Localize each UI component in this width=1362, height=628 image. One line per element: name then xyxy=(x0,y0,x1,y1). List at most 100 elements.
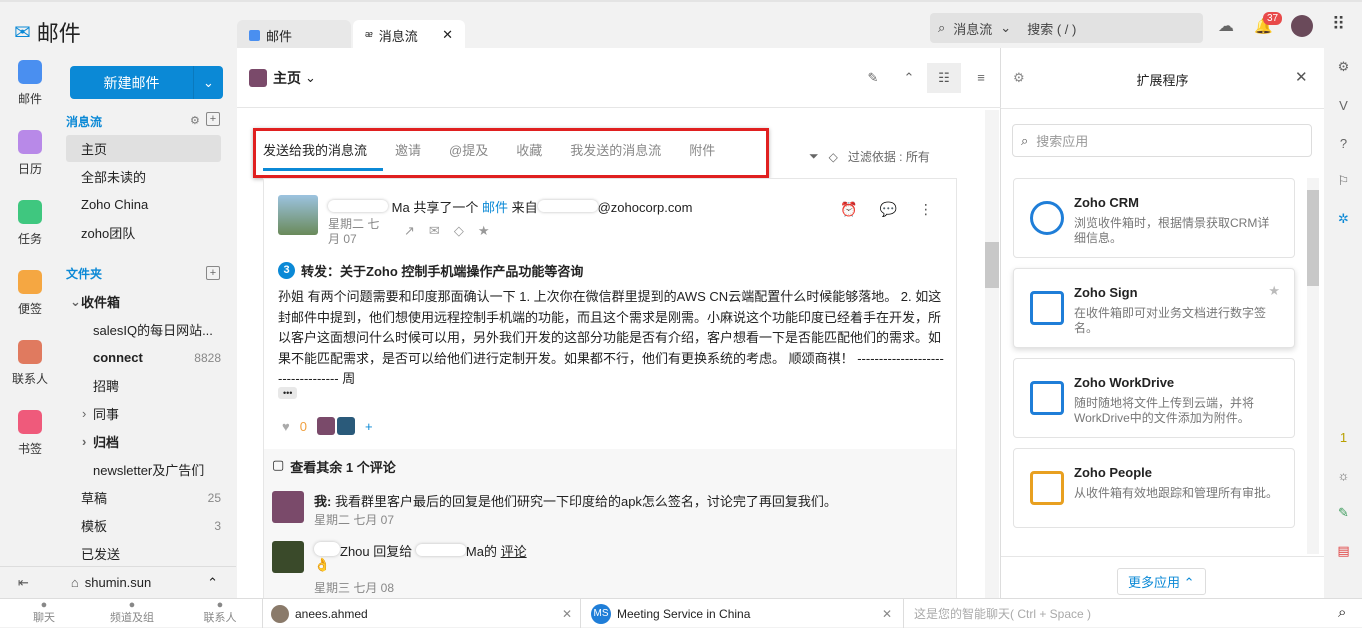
folder-item[interactable]: › 同事 xyxy=(66,400,221,427)
extension-app-card[interactable]: Zoho Sign 在收件箱即可对业务文档进行数字签名。 ★ xyxy=(1013,268,1295,348)
chevron-icon[interactable]: › xyxy=(82,434,86,449)
search-input[interactable]: 搜索 ( / ) xyxy=(1027,19,1076,38)
user-avatar[interactable] xyxy=(1291,15,1313,37)
filter-dropdown[interactable]: 过滤依据 : 所有 xyxy=(848,148,930,165)
open-external-icon[interactable]: ↗ xyxy=(404,223,415,239)
extension-app-card[interactable]: Zoho WorkDrive 随时随地将文件上传到云端，并将WorkDrive中的… xyxy=(1013,358,1295,438)
filter-tab[interactable]: 发送给我的消息流 xyxy=(263,140,367,159)
bottom-nav-item[interactable]: ● 聊天 xyxy=(0,599,88,628)
chevron-icon[interactable]: ⌄ xyxy=(70,294,81,310)
add-folder-icon[interactable]: + xyxy=(206,266,220,280)
folder-item[interactable]: connect 8828 xyxy=(66,344,221,371)
folder-item[interactable]: 模板 3 xyxy=(66,512,221,539)
folders-section-title[interactable]: 文件夹 xyxy=(66,260,221,287)
view-more-comments[interactable]: 查看其余 1 个评论 xyxy=(290,457,395,476)
list-view-icon[interactable]: ≡ xyxy=(961,70,1001,85)
chevron-icon[interactable]: › xyxy=(82,406,86,421)
feedback-icon[interactable]: ▤ xyxy=(1325,532,1362,570)
collapse-sidebar-icon[interactable]: ⇤ xyxy=(18,575,29,591)
compose-dropdown-icon[interactable]: ⌄ xyxy=(193,66,223,99)
close-chat-icon[interactable]: ✕ xyxy=(562,607,572,621)
folder-item[interactable]: salesIQ的每日网站... xyxy=(66,316,221,343)
collapse-all-icon[interactable]: ⌃ xyxy=(891,70,927,86)
filter-tab[interactable]: @提及 xyxy=(449,140,488,159)
rail-item-1[interactable]: 日历 xyxy=(0,130,60,200)
stream-item[interactable]: zoho团队 xyxy=(66,219,221,246)
extension-app-card[interactable]: Zoho People 从收件箱有效地跟踪和管理所有审批。 xyxy=(1013,448,1295,528)
folder-item[interactable]: › 归档 xyxy=(66,428,221,455)
extensions-scrollbar[interactable] xyxy=(1307,178,1319,554)
chevron-up-icon[interactable]: ⌃ xyxy=(207,575,218,591)
like-icon[interactable]: ♥ xyxy=(282,419,290,434)
vertical-icon[interactable]: V xyxy=(1325,86,1362,124)
new-mail-button[interactable]: 新建邮件 xyxy=(70,66,193,99)
chat-tab[interactable]: anees.ahmed ✕ xyxy=(262,599,580,628)
pin-icon[interactable]: ⚐ xyxy=(1325,162,1362,200)
tab-mail[interactable]: 邮件 xyxy=(237,20,351,50)
main-scrollbar[interactable] xyxy=(985,110,999,598)
close-tab-icon[interactable]: ✕ xyxy=(442,27,453,43)
stream-settings-icon[interactable]: ⚙ xyxy=(190,114,200,127)
mail-link[interactable]: 邮件 xyxy=(482,200,508,215)
stream-item[interactable]: Zoho China xyxy=(66,191,221,218)
favorite-star-icon[interactable]: ★ xyxy=(1268,283,1280,299)
star-icon[interactable]: ★ xyxy=(478,223,490,239)
bottom-nav-item[interactable]: ● 频道及组 xyxy=(88,599,176,628)
chevron-down-icon[interactable]: ⌄ xyxy=(305,70,316,86)
stream-item[interactable]: 主页 xyxy=(66,135,221,162)
more-options-icon[interactable]: ⋮ xyxy=(919,201,933,218)
comment-link[interactable]: 评论 xyxy=(501,544,527,559)
close-chat-icon[interactable]: ✕ xyxy=(882,607,892,621)
settings-icon[interactable]: ⚙ xyxy=(1325,48,1362,86)
more-apps-button[interactable]: 更多应用 ⌃ xyxy=(1117,568,1206,595)
help-icon[interactable]: ? xyxy=(1325,124,1362,162)
comment-icon[interactable]: 💬 xyxy=(879,201,896,218)
tag-icon[interactable]: ◇ xyxy=(454,223,464,239)
extensions-icon[interactable]: ✲ xyxy=(1325,200,1362,238)
reminder-icon[interactable]: ⏰ xyxy=(840,201,857,218)
search-bar[interactable]: ⌕ 消息流 ⌄ 搜索 ( / ) xyxy=(930,13,1203,43)
cloud-offline-icon[interactable]: ☁ xyxy=(1218,16,1234,36)
expand-more-button[interactable]: ••• xyxy=(278,387,298,399)
filter-tab[interactable]: 邀请 xyxy=(395,140,421,159)
page-title[interactable]: 主页 xyxy=(273,68,301,88)
account-name[interactable]: shumin.sun xyxy=(85,575,151,590)
bottom-nav-item[interactable]: ● 联系人 xyxy=(176,599,264,628)
post-subject[interactable]: 转发：关于Zoho 控制手机端操作产品功能等咨询 xyxy=(301,261,583,280)
rail-item-5[interactable]: 书签 xyxy=(0,410,60,480)
add-stream-icon[interactable]: + xyxy=(206,112,220,126)
smart-chat-input[interactable]: 这是您的智能聊天( Ctrl + Space ) xyxy=(903,599,1330,628)
calendar-day-icon[interactable]: 1 xyxy=(1325,418,1362,456)
pen-icon[interactable]: ✎ xyxy=(1325,494,1362,532)
chat-tab[interactable]: MS Meeting Service in China ✕ xyxy=(580,599,902,628)
like-count[interactable]: 0 xyxy=(300,419,307,434)
folder-item[interactable]: 已发送 xyxy=(66,540,221,566)
apps-grid-icon[interactable]: ⠿ xyxy=(1332,14,1345,35)
extension-app-card[interactable]: Zoho CRM 浏览收件箱时，根据情景获取CRM详细信息。 xyxy=(1013,178,1295,258)
rail-item-2[interactable]: 任务 xyxy=(0,200,60,270)
filter-tab[interactable]: 收藏 xyxy=(516,140,542,159)
search-icon[interactable]: ⌕ xyxy=(1338,604,1346,621)
theme-icon[interactable]: ☼ xyxy=(1325,456,1362,494)
folder-item[interactable]: ⌄ 收件箱 xyxy=(66,288,221,315)
search-scope[interactable]: 消息流 xyxy=(953,19,992,38)
filter-tab[interactable]: 附件 xyxy=(689,140,715,159)
folder-item[interactable]: 招聘 xyxy=(66,372,221,399)
add-participant-icon[interactable]: + xyxy=(365,419,373,434)
mail-icon[interactable]: ✉ xyxy=(429,223,440,239)
tab-streams[interactable]: ᵆ 消息流 ✕ xyxy=(353,20,465,50)
folder-item[interactable]: 草稿 25 xyxy=(66,484,221,511)
tag-icon[interactable]: ◇ xyxy=(829,150,838,164)
card-view-icon[interactable]: ☷ xyxy=(927,62,961,93)
author-name[interactable]: Ma xyxy=(392,200,410,215)
folder-item[interactable]: newsletter及广告们 xyxy=(66,456,221,483)
app-search-input[interactable]: ⌕ 搜索应用 xyxy=(1012,124,1312,157)
rail-item-4[interactable]: 联系人 xyxy=(0,340,60,410)
filter-icon[interactable]: ⏷ xyxy=(809,149,819,164)
rail-item-0[interactable]: 邮件 xyxy=(0,60,60,130)
rail-item-3[interactable]: 便签 xyxy=(0,270,60,340)
filter-tab[interactable]: 我发送的消息流 xyxy=(570,140,661,159)
compose-post-icon[interactable]: ✎ xyxy=(855,70,891,86)
stream-item[interactable]: 全部未读的 xyxy=(66,163,221,190)
close-icon[interactable]: ✕ xyxy=(1295,68,1308,86)
